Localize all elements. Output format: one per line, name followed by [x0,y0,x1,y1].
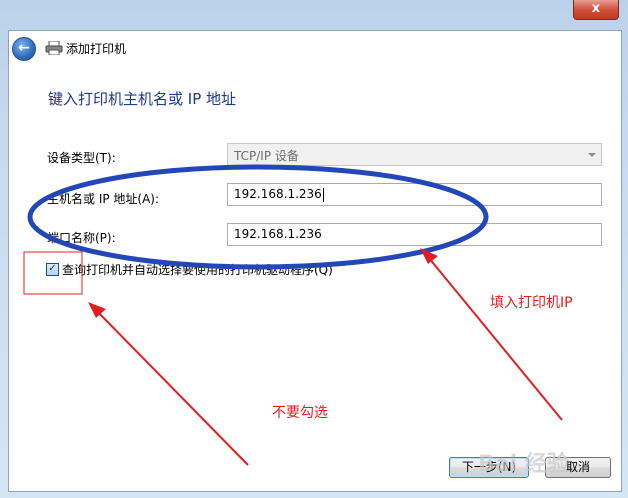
watermark: Bai 经验 [478,452,569,477]
annotation-no-check: 不要勾选 [272,405,328,421]
annotation-fill-ip: 填入打印机IP [490,295,573,311]
dialog-window: x ← 添加打印机 键入打印机主机名或 IP 地址 设备类型(T): TCP/I… [0,0,628,498]
annotation-arrow-line [91,305,249,466]
annotation-ellipse [27,164,489,270]
annotation-arrowhead [88,302,106,318]
annotation-overlay [23,164,563,466]
annotation-box [23,251,83,295]
annotation-arrow-line [423,251,563,421]
